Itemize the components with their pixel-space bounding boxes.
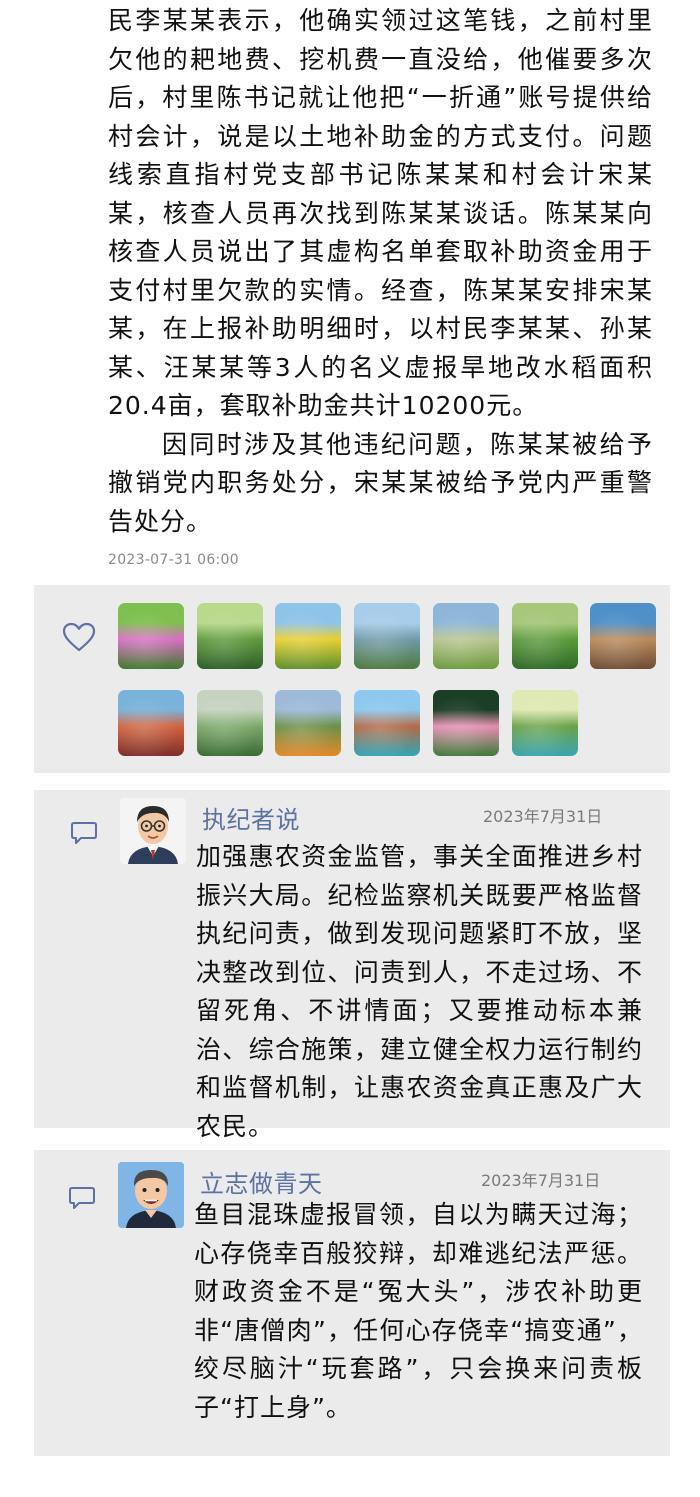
article-body: 民李某某表示，他确实领过这笔钱，之前村里欠他的耙地费、挖机费一直没给，他催要多次… xyxy=(108,2,653,541)
red-dunes-thumbnail[interactable] xyxy=(118,690,184,756)
comment-icon[interactable] xyxy=(70,821,98,845)
rice-terraces-thumbnail[interactable] xyxy=(196,690,263,756)
comment-card: 执纪者说 2023年7月31日 加强惠农资金监管，事关全面推进乡村振兴大局。纪检… xyxy=(34,790,670,1141)
publish-timestamp: 2023-07-31 06:00 xyxy=(108,552,239,568)
commenter-name[interactable]: 立志做青天 xyxy=(200,1164,323,1199)
comment-text: 鱼目混珠虚报冒领，自以为瞒天过海；心存侥幸百般狡辩，却难逃纪法严惩。财政资金不是… xyxy=(194,1200,643,1422)
article-paragraph: 民李某某表示，他确实领过这笔钱，之前村里欠他的耙地费、挖机费一直没给，他催要多次… xyxy=(108,6,653,420)
avatar[interactable] xyxy=(118,1162,184,1228)
comment-date: 2023年7月31日 xyxy=(483,807,603,826)
rapeseed-field-thumbnail[interactable] xyxy=(275,603,342,669)
bird-flowers-thumbnail[interactable] xyxy=(118,603,184,669)
valley-river-thumbnail[interactable] xyxy=(354,603,421,669)
comment-date: 2023年7月31日 xyxy=(481,1171,601,1190)
forest-waterfall-thumbnail[interactable] xyxy=(511,690,578,756)
wildflowers-thumbnail[interactable] xyxy=(275,690,342,756)
commenter-name[interactable]: 执纪者说 xyxy=(202,800,300,835)
comment-icon[interactable] xyxy=(68,1186,96,1210)
coastal-rocks-thumbnail[interactable] xyxy=(354,690,421,756)
heart-outline-icon[interactable] xyxy=(62,622,96,652)
cartoon-man-avatar xyxy=(118,1162,184,1228)
avatar[interactable] xyxy=(120,798,186,864)
rainbow-meadow-thumbnail[interactable] xyxy=(432,603,499,669)
desert-mountains-thumbnail[interactable] xyxy=(590,603,657,669)
comment-card: 立志做青天 2023年7月31日 鱼目混珠虚报冒领，自以为瞒天过海；心存侥幸百般… xyxy=(34,1150,670,1456)
lotus-flower-thumbnail[interactable] xyxy=(432,690,499,756)
like-gallery xyxy=(34,585,670,773)
cartoon-man-glasses-avatar xyxy=(120,798,186,864)
comment-text: 加强惠农资金监管，事关全面推进乡村振兴大局。纪检监察机关既要严格监督执纪问责，做… xyxy=(196,842,643,1141)
green-hills-thumbnail[interactable] xyxy=(196,603,263,669)
article-paragraph: 因同时涉及其他违纪问题，陈某某被给予撤销党内职务处分，宋某某被给予党内严重警告处… xyxy=(108,429,653,536)
wheat-field-thumbnail[interactable] xyxy=(511,603,578,669)
